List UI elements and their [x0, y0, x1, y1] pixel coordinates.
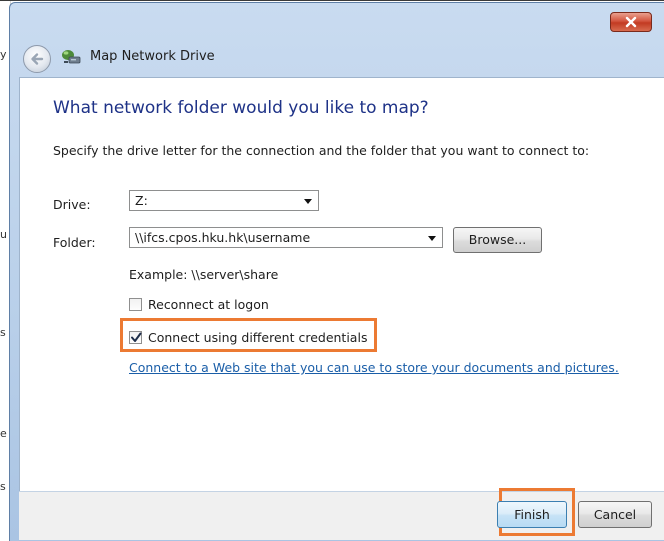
example-text: Example: \\server\share [129, 267, 279, 282]
wizard-content-panel [19, 77, 664, 493]
instruction-text: Specify the drive letter for the connect… [53, 143, 590, 158]
folder-combobox-value: \\ifcs.cpos.hku.hk\username [135, 230, 311, 245]
folder-combobox[interactable]: \\ifcs.cpos.hku.hk\username [129, 227, 443, 248]
dropdown-arrow-icon [428, 236, 436, 241]
dialog-title: Map Network Drive [90, 49, 215, 64]
background-text-fragment: s [0, 326, 6, 339]
cancel-button[interactable]: Cancel [578, 501, 652, 528]
reconnect-label[interactable]: Reconnect at logon [148, 297, 269, 312]
background-text-fragment: s [0, 480, 6, 493]
background-text-fragment: u [0, 228, 7, 241]
checkmark-icon [131, 332, 142, 342]
close-button[interactable] [610, 12, 652, 32]
back-arrow-icon [31, 53, 44, 65]
background-text-fragment: e [0, 427, 7, 440]
back-button[interactable] [23, 45, 51, 73]
finish-button[interactable]: Finish [497, 501, 567, 528]
dropdown-arrow-icon [304, 199, 312, 204]
page-heading: What network folder would you like to ma… [53, 98, 429, 118]
folder-label: Folder: [53, 235, 96, 250]
close-icon [625, 16, 637, 28]
screen-top-edge [0, 0, 664, 1]
credentials-checkbox[interactable] [129, 331, 142, 344]
drive-select-value: Z: [135, 193, 148, 208]
web-site-link[interactable]: Connect to a Web site that you can use t… [129, 360, 619, 375]
browse-button[interactable]: Browse... [453, 227, 542, 253]
reconnect-checkbox[interactable] [129, 298, 142, 311]
network-drive-icon [62, 50, 81, 64]
credentials-label[interactable]: Connect using different credentials [148, 330, 367, 345]
background-text-fragment: y [0, 48, 7, 61]
drive-select[interactable]: Z: [129, 190, 319, 211]
drive-label: Drive: [53, 197, 91, 212]
